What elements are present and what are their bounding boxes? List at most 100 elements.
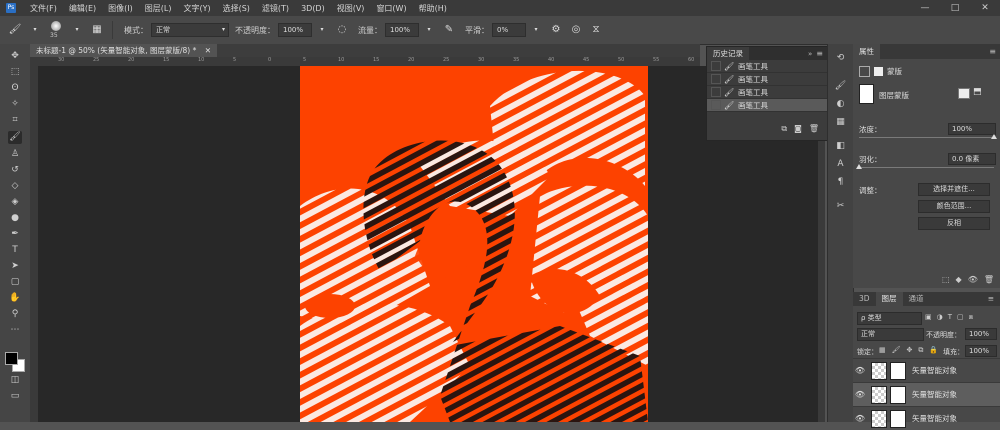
character-panel-icon[interactable]: A	[834, 158, 847, 171]
layer-row[interactable]: 👁 矢量智能对象	[853, 406, 1000, 430]
menu-image[interactable]: 图像(I)	[102, 3, 139, 14]
vector-mask-icon[interactable]	[874, 67, 883, 76]
artboard[interactable]	[300, 66, 648, 422]
vector-mask-add-icon[interactable]: ⬒	[973, 87, 982, 97]
panel-menu-icon[interactable]: ≡	[982, 292, 1000, 306]
history-item[interactable]: 🖌 画笔工具	[707, 73, 827, 86]
select-and-mask-button[interactable]: 选择并遮住...	[918, 183, 990, 196]
blend-mode-select[interactable]: 正常	[857, 328, 924, 341]
history-source-checkbox[interactable]	[711, 74, 721, 84]
history-source-checkbox[interactable]	[711, 87, 721, 97]
history-item[interactable]: 🖌 画笔工具	[707, 60, 827, 73]
apply-mask-icon[interactable]: ◆	[956, 275, 962, 284]
menu-view[interactable]: 视图(V)	[331, 3, 371, 14]
paint-bucket-tool-icon[interactable]: ◈	[8, 196, 22, 209]
tab-layers[interactable]: 图层	[875, 292, 903, 306]
panel-menu-icon[interactable]: ≡	[816, 49, 823, 58]
more-tools-icon[interactable]: ⋯	[8, 324, 22, 337]
feather-slider-track[interactable]	[859, 167, 994, 168]
close-tab-icon[interactable]: ✕	[205, 46, 211, 55]
gear-icon[interactable]: ⚙	[549, 23, 563, 37]
menu-filter[interactable]: 滤镜(T)	[256, 3, 295, 14]
menu-help[interactable]: 帮助(H)	[413, 3, 453, 14]
marquee-tool-icon[interactable]: ⬚	[8, 66, 22, 79]
lock-artboard-icon[interactable]: ⧉	[918, 346, 923, 355]
density-input[interactable]: 100%	[948, 123, 996, 135]
symmetry-icon[interactable]: ⧖	[589, 23, 603, 37]
lock-all-icon[interactable]: 🔒	[929, 346, 938, 355]
eye-icon[interactable]: 👁	[968, 275, 978, 284]
layers-icon[interactable]: ◧	[834, 140, 847, 153]
invert-button[interactable]: 反相	[918, 217, 990, 230]
screen-mode-icon[interactable]: ▭	[8, 390, 22, 403]
chevron-down-icon[interactable]: ▾	[422, 23, 436, 37]
pressure-size-icon[interactable]: ◎	[569, 23, 583, 37]
eye-icon[interactable]: 👁	[853, 390, 867, 399]
layer-mask-thumbnail[interactable]	[890, 385, 906, 404]
panel-menu-icon[interactable]: ≡	[989, 47, 996, 56]
layer-mask-thumbnail[interactable]	[890, 361, 906, 380]
tools-icon[interactable]: ✂	[834, 200, 847, 213]
dodge-tool-icon[interactable]: ●	[8, 212, 22, 225]
foreground-color-swatch[interactable]	[5, 352, 18, 365]
layer-filter-select[interactable]: ρ 类型	[857, 312, 922, 325]
close-window-button[interactable]: ✕	[970, 0, 1000, 16]
mode-select[interactable]: 正常 ▾	[151, 23, 229, 37]
history-panel-icon[interactable]: ⟲	[834, 52, 847, 65]
feather-input[interactable]: 0.0 像素	[948, 153, 996, 165]
quick-mask-icon[interactable]: ◫	[8, 374, 22, 387]
stamp-tool-icon[interactable]: ♙	[8, 148, 22, 161]
trash-icon[interactable]: 🗑	[984, 275, 994, 284]
rectangle-tool-icon[interactable]: ▢	[8, 276, 22, 289]
menu-file[interactable]: 文件(F)	[24, 3, 63, 14]
filter-smart-icon[interactable]: ⧈	[969, 313, 973, 322]
load-selection-icon[interactable]: ⬚	[942, 275, 950, 284]
lock-position-icon[interactable]: ✥	[907, 346, 913, 355]
brush-tool-icon[interactable]: 🖌	[8, 131, 22, 144]
layer-row-selected[interactable]: 👁 矢量智能对象	[853, 382, 1000, 406]
tab-channels[interactable]: 通道	[903, 292, 930, 306]
filter-adjust-icon[interactable]: ◑	[937, 313, 943, 322]
path-select-tool-icon[interactable]: ➤	[8, 260, 22, 273]
filter-shape-icon[interactable]: ▢	[957, 313, 964, 322]
trash-icon[interactable]: 🗑	[809, 124, 819, 134]
flow-input[interactable]: 100%	[385, 23, 419, 37]
properties-title[interactable]: 属性	[853, 44, 880, 59]
move-tool-icon[interactable]: ✥	[8, 50, 22, 63]
menu-type[interactable]: 文字(Y)	[177, 3, 216, 14]
color-range-button[interactable]: 颜色范围...	[918, 200, 990, 213]
menu-window[interactable]: 窗口(W)	[370, 3, 412, 14]
brush-settings-icon[interactable]: 🖌	[834, 80, 847, 93]
ruler-origin[interactable]	[30, 57, 38, 66]
filter-type-icon[interactable]: T	[948, 313, 952, 322]
brush-panel-icon[interactable]: ▦	[90, 23, 104, 37]
history-panel-title[interactable]: 历史记录	[707, 47, 749, 60]
history-source-checkbox[interactable]	[711, 61, 721, 71]
zoom-tool-icon[interactable]: ⚲	[8, 308, 22, 321]
feather-slider-thumb[interactable]	[856, 164, 862, 169]
quick-select-tool-icon[interactable]: ✧	[8, 98, 22, 111]
eraser-tool-icon[interactable]: ◇	[8, 180, 22, 193]
menu-select[interactable]: 选择(S)	[217, 3, 256, 14]
minimize-button[interactable]: —	[910, 0, 940, 16]
chevron-down-icon[interactable]: ▾	[70, 23, 84, 37]
filter-pixel-icon[interactable]: ▣	[925, 313, 932, 322]
pixel-mask-icon[interactable]	[859, 66, 870, 77]
swatches-icon[interactable]: ▦	[834, 116, 847, 129]
history-brush-tool-icon[interactable]: ↺	[8, 164, 22, 177]
camera-snapshot-icon[interactable]: ◙	[794, 124, 802, 134]
smoothing-input[interactable]: 0%	[492, 23, 526, 37]
chevron-down-icon[interactable]: ▾	[28, 23, 42, 37]
chevron-down-icon[interactable]: ▾	[529, 23, 543, 37]
crop-tool-icon[interactable]: ⌗	[8, 114, 22, 127]
brush-tool-preset-icon[interactable]: 🖌	[8, 23, 22, 37]
eye-icon[interactable]: 👁	[853, 366, 867, 375]
density-slider-track[interactable]	[859, 137, 994, 138]
color-panel-icon[interactable]: ◐	[834, 98, 847, 111]
document-tab[interactable]: 未标题-1 @ 50% (矢量智能对象, 图层蒙版/8) * ✕	[30, 44, 218, 57]
menu-edit[interactable]: 编辑(E)	[63, 3, 102, 14]
collapse-panel-icon[interactable]: »	[808, 50, 812, 58]
fill-input[interactable]: 100%	[965, 345, 997, 357]
chevron-down-icon[interactable]: ▾	[315, 23, 329, 37]
airbrush-icon[interactable]: ✎	[442, 23, 456, 37]
